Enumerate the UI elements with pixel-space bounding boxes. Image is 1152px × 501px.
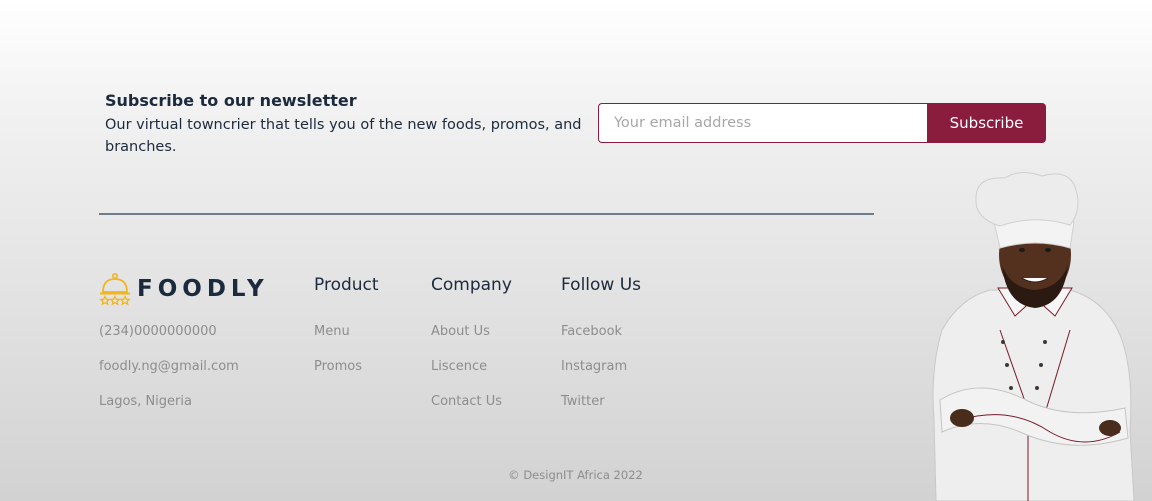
brand-name: FOODLY: [137, 276, 269, 302]
newsletter-title: Subscribe to our newsletter: [105, 91, 357, 110]
newsletter-description: Our virtual towncrier that tells you of …: [105, 117, 582, 155]
contact-info: (234)0000000000 foodly.ng@gmail.com Lago…: [99, 323, 239, 428]
link-contact-us[interactable]: Contact Us: [431, 393, 512, 428]
link-liscence[interactable]: Liscence: [431, 358, 512, 393]
follow-column: Follow Us Facebook Instagram Twitter: [561, 275, 641, 428]
product-column-title: Product: [314, 275, 379, 295]
link-twitter[interactable]: Twitter: [561, 393, 641, 428]
divider: [99, 213, 874, 215]
email-input[interactable]: [598, 103, 927, 143]
newsletter-form: Subscribe: [598, 103, 1046, 143]
product-column: Product Menu Promos: [314, 275, 379, 393]
follow-column-title: Follow Us: [561, 275, 642, 295]
link-about-us[interactable]: About Us: [431, 323, 512, 358]
link-facebook[interactable]: Facebook: [561, 323, 641, 358]
company-column-title: Company: [431, 275, 512, 295]
cloche-icon: [99, 272, 131, 306]
link-instagram[interactable]: Instagram: [561, 358, 641, 393]
phone-text: (234)0000000000: [99, 324, 217, 339]
brand-logo[interactable]: FOODLY: [99, 272, 269, 306]
location-text: Lagos, Nigeria: [99, 394, 192, 409]
link-menu[interactable]: Menu: [314, 323, 379, 358]
company-column: Company About Us Liscence Contact Us: [431, 275, 512, 428]
email-text: foodly.ng@gmail.com: [99, 359, 239, 374]
subscribe-button[interactable]: Subscribe: [927, 103, 1046, 143]
link-promos[interactable]: Promos: [314, 358, 379, 393]
chef-image: [932, 172, 1135, 501]
